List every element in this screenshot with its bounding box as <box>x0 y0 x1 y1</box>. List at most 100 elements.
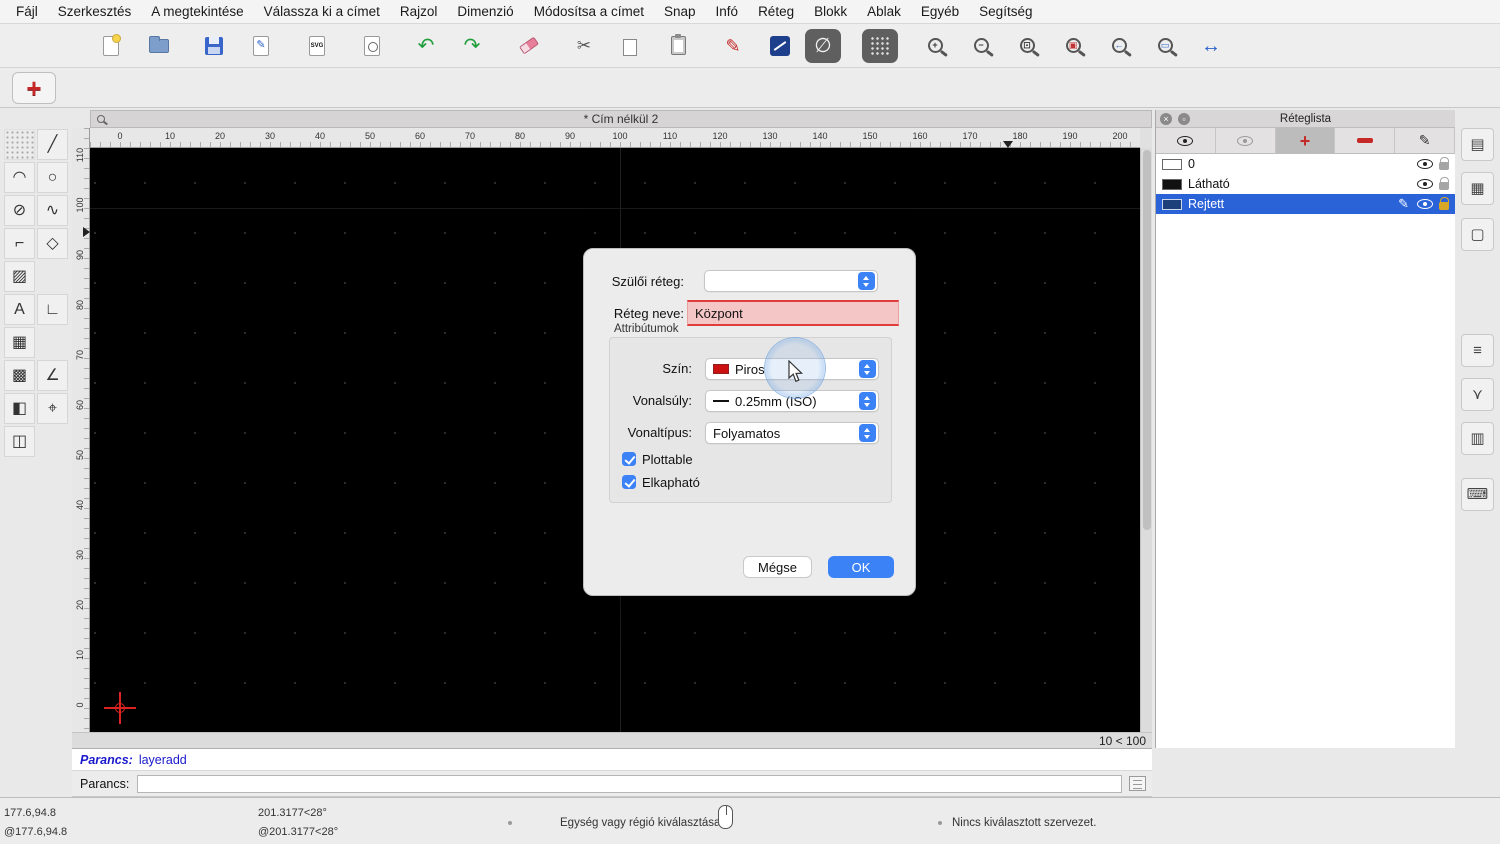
layer-list-button[interactable]: ≡ <box>1461 334 1494 367</box>
isometric-tools-button[interactable]: ◫ <box>4 426 35 457</box>
zoom-in-button[interactable]: + <box>920 31 950 61</box>
menu-egyeb[interactable]: Egyéb <box>911 0 969 24</box>
library-browser-button[interactable]: ▥ <box>1461 422 1494 455</box>
menu-fajl[interactable]: Fájl <box>6 0 48 24</box>
svg-export-button[interactable]: SVG <box>302 31 332 61</box>
command-panel-toggle-icon[interactable] <box>1129 776 1147 791</box>
palette-grip[interactable] <box>4 129 35 160</box>
zoom-selection-button[interactable]: ▣ <box>1058 31 1088 61</box>
menu-modositsa-a-cimet[interactable]: Módosítsa a címet <box>524 0 654 24</box>
v-ruler-tick-40: 40 <box>75 500 85 511</box>
block-list-button[interactable]: ▦ <box>1461 172 1494 205</box>
ruler-cursor-marker-y <box>83 227 90 237</box>
h-ruler-tick-190: 190 <box>1062 131 1078 141</box>
layer-row-rejtett[interactable]: Rejtett ✎ <box>1156 194 1455 214</box>
measure-tools-button[interactable]: ∠ <box>37 360 68 391</box>
selection-filter-button[interactable]: ⋎ <box>1461 378 1494 411</box>
layer-lock-icon[interactable] <box>1439 197 1449 210</box>
linetype-select[interactable]: Folyamatos <box>705 422 879 444</box>
circle-slash-icon: ∅ <box>814 34 832 57</box>
text-tool-button[interactable]: A <box>4 294 35 325</box>
pan-button[interactable]: ↔ <box>1196 31 1226 61</box>
previous-view-button[interactable]: ← <box>1104 31 1134 61</box>
polygon-tools-button[interactable]: ◇ <box>37 228 68 259</box>
ok-button[interactable]: OK <box>828 556 894 578</box>
h-ruler-tick-0: 0 <box>117 131 123 141</box>
shape-tools-button[interactable]: ◧ <box>4 393 35 424</box>
menu-valassza-ki-a-cimet[interactable]: Válassza ki a címet <box>254 0 390 24</box>
dimension-tools-button[interactable]: ∟ <box>37 294 68 325</box>
show-all-layers-button[interactable] <box>1156 128 1216 153</box>
menu-szerkesztes[interactable]: Szerkesztés <box>48 0 142 24</box>
print-preview-icon <box>364 35 380 56</box>
menu-blokk[interactable]: Blokk <box>804 0 857 24</box>
menu-ablak[interactable]: Ablak <box>857 0 911 24</box>
redo-button[interactable]: ↷ <box>457 31 487 61</box>
layer-row-0[interactable]: 0 <box>1156 154 1455 174</box>
circle-slash-button[interactable]: ∅ <box>805 28 841 63</box>
command-line-button[interactable]: ⌨ <box>1461 478 1494 511</box>
paste-button[interactable] <box>663 31 693 61</box>
circle-tools-button[interactable]: ○ <box>37 162 68 193</box>
hatch-tool-button[interactable]: ▨ <box>4 261 35 292</box>
layer-lock-icon[interactable] <box>1439 177 1449 190</box>
scrollbar-thumb[interactable] <box>1142 150 1151 530</box>
new-file-button[interactable] <box>96 31 126 61</box>
menu-info[interactable]: Infó <box>706 0 749 24</box>
pen-button[interactable]: ✎ <box>718 31 748 61</box>
document-titlebar: * Cím nélkül 2 <box>90 110 1152 128</box>
zoom-window-button[interactable]: ▭ <box>1150 31 1180 61</box>
undo-button[interactable]: ↶ <box>411 31 441 61</box>
ellipse-tools-button[interactable]: ⊘ <box>4 195 35 226</box>
new-file-icon <box>103 33 121 56</box>
arc-tools-button[interactable]: ◠ <box>4 162 35 193</box>
canvas-vertical-scrollbar[interactable] <box>1140 148 1152 732</box>
zoom-auto-button[interactable]: ⊡ <box>1012 31 1042 61</box>
remove-layer-button[interactable] <box>1335 128 1396 153</box>
image-tool-button[interactable]: ▦ <box>4 327 35 358</box>
parent-layer-select[interactable] <box>704 270 878 292</box>
layer-lock-icon[interactable] <box>1439 157 1449 170</box>
panel-close-icon[interactable]: × <box>1160 113 1172 125</box>
print-preview-button[interactable] <box>357 31 387 61</box>
zoom-out-button[interactable]: − <box>966 31 996 61</box>
eraser-button[interactable] <box>514 31 544 61</box>
corner-tools-button[interactable]: ⌐ <box>4 228 35 259</box>
layer-edit-icon[interactable]: ✎ <box>1398 196 1409 212</box>
drawing-preferences-button[interactable]: ✎ <box>246 31 276 61</box>
pattern-tool-button[interactable]: ▩ <box>4 360 35 391</box>
layer-visibility-icon[interactable] <box>1417 199 1433 209</box>
add-entity-button[interactable]: + <box>12 71 56 104</box>
grid-toggle-button[interactable] <box>862 28 898 63</box>
h-ruler-tick-200: 200 <box>1112 131 1128 141</box>
command-input[interactable] <box>137 774 1123 793</box>
line-tools-button[interactable]: ╱ <box>37 129 68 160</box>
add-layer-button[interactable]: + <box>1275 128 1336 153</box>
copy-button[interactable] <box>616 31 646 61</box>
layer-name-field[interactable]: Központ <box>687 300 899 326</box>
polyline-edit-button[interactable] <box>765 31 795 61</box>
menu-snap[interactable]: Snap <box>654 0 706 24</box>
save-button[interactable] <box>199 31 229 61</box>
open-file-button[interactable] <box>144 31 174 61</box>
snappable-checkbox[interactable] <box>622 475 636 489</box>
plottable-checkbox[interactable] <box>622 452 636 466</box>
snap-tools-button[interactable]: ⌖ <box>37 393 68 424</box>
menu-dimenzio[interactable]: Dimenzió <box>447 0 523 24</box>
layer-row-lathato[interactable]: Látható <box>1156 174 1455 194</box>
menu-rajzol[interactable]: Rajzol <box>390 0 448 24</box>
spline-tools-button[interactable]: ∿ <box>37 195 68 226</box>
property-editor-button[interactable]: ▤ <box>1461 128 1494 161</box>
hide-all-layers-button[interactable] <box>1216 128 1276 153</box>
cut-button[interactable]: ✂ <box>569 31 599 61</box>
view-list-button[interactable]: ▢ <box>1461 218 1494 251</box>
panel-detach-icon[interactable]: ▫ <box>1178 113 1190 125</box>
menu-reteg[interactable]: Réteg <box>748 0 804 24</box>
layer-visibility-icon[interactable] <box>1417 179 1433 189</box>
menu-a-megtekintese[interactable]: A megtekintése <box>141 0 253 24</box>
edit-layer-button[interactable]: ✎ <box>1395 128 1455 153</box>
menu-segitseg[interactable]: Segítség <box>969 0 1042 24</box>
layer-visibility-icon[interactable] <box>1417 159 1433 169</box>
v-ruler-tick-60: 60 <box>75 400 85 411</box>
cancel-button[interactable]: Mégse <box>743 556 812 578</box>
